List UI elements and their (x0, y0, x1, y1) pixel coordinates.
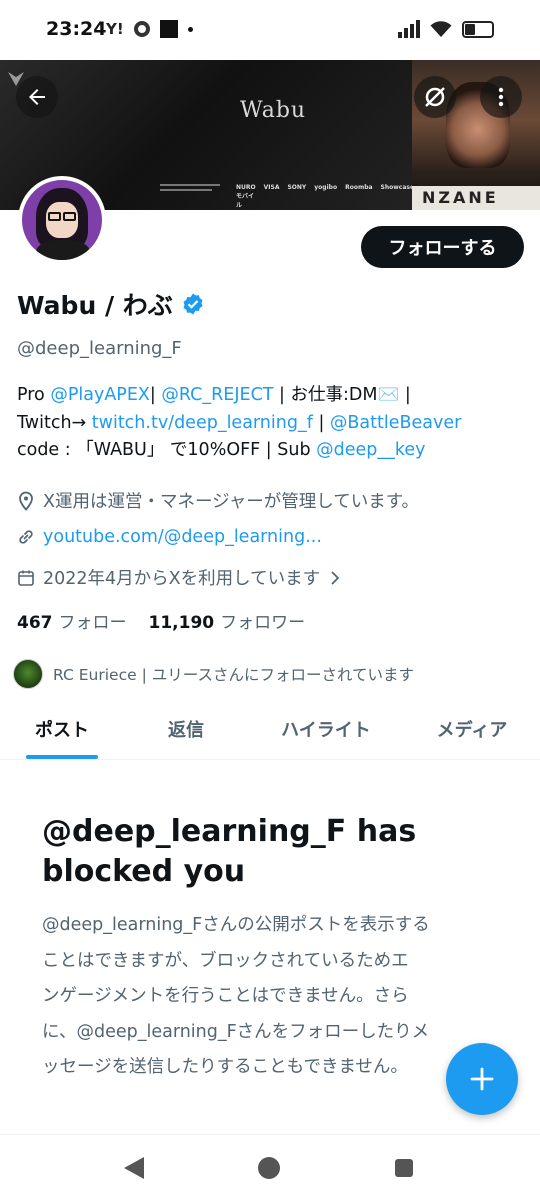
chevron-right-icon (331, 570, 340, 585)
mention-link[interactable]: @deep__key (316, 440, 425, 460)
blocked-description: @deep_learning_Fさんの公開ポストを表示する ことはできますが、ブ… (42, 915, 430, 1077)
sponsor-logo: SONY (287, 184, 307, 191)
yahoo-icon: Y! (106, 20, 124, 38)
location-pin-icon (19, 491, 33, 511)
app-notification-icon (159, 20, 178, 38)
plus-icon (470, 1067, 494, 1091)
signal-icon (398, 20, 420, 38)
active-tab-indicator (26, 755, 98, 759)
calendar-icon (18, 570, 34, 586)
profile-avatar[interactable] (18, 176, 106, 264)
location-text: X運用は運営・マネージャーが管理しています。 (43, 492, 419, 512)
compose-button[interactable] (446, 1043, 518, 1115)
followed-by-text: RC Euriece | ユリースさんにフォローされています (53, 666, 414, 684)
tab-highlights[interactable]: ハイライト (248, 708, 404, 759)
bio-line: Pro @PlayAPEX| @RC_REJECT | お仕事:DM✉️ | (17, 385, 411, 405)
status-time: 23:24 (46, 18, 107, 40)
back-button[interactable] (16, 76, 58, 118)
status-bar: 23:24 Y! (0, 0, 540, 60)
mention-link[interactable]: @BattleBeaver (330, 413, 461, 433)
profile-website: youtube.com/@deep_learning... (17, 527, 322, 547)
more-vertical-icon (498, 87, 504, 107)
status-notification-icons: Y! (106, 20, 193, 38)
mention-link[interactable]: @PlayAPEX (50, 385, 150, 405)
blocked-title: @deep_learning_F has blocked you (42, 814, 417, 889)
profile-joined[interactable]: 2022年4月からXを利用しています (17, 565, 342, 590)
more-notifications-icon (187, 26, 193, 32)
follower-avatar (13, 659, 43, 689)
follow-button[interactable]: フォローする (361, 226, 524, 268)
sponsor-logo: Showcase (380, 184, 415, 191)
link-icon (19, 530, 33, 544)
verified-badge-icon[interactable] (181, 292, 205, 316)
banner-plate-text: NZANE (412, 186, 540, 210)
banner-sponsors: NUROモバイル VISA SONY yogibo Roomba Showcas… (236, 184, 414, 209)
profile-location: X運用は運営・マネージャーが管理しています。 (17, 488, 419, 513)
display-name: Wabu / わぶ (17, 291, 173, 320)
grok-button[interactable] (414, 76, 456, 118)
followed-by[interactable]: RC Euriece | ユリースさんにフォローされています (13, 659, 414, 689)
mention-link[interactable]: @RC_REJECT (161, 385, 273, 405)
wifi-icon (430, 21, 452, 37)
sponsor-logo: NUROモバイル (236, 184, 256, 209)
banner-caption (160, 184, 220, 191)
nav-back-icon[interactable] (124, 1157, 144, 1179)
grok-icon (425, 87, 445, 107)
website-link[interactable]: youtube.com/@deep_learning... (43, 527, 322, 547)
profile-bio: Pro @PlayAPEX| @RC_REJECT | お仕事:DM✉️ | T… (17, 382, 527, 465)
sponsor-logo: VISA (263, 184, 280, 191)
more-options-button[interactable] (480, 76, 522, 118)
bio-line: code : 「WABU」 で10%OFF | Sub @deep__key (17, 440, 426, 460)
bio-line: Twitch→ twitch.tv/deep_learning_f | @Bat… (17, 412, 462, 433)
nav-recents-icon[interactable] (395, 1159, 413, 1177)
profile-handle: @deep_learning_F (17, 338, 182, 359)
sponsor-logo: yogibo (314, 184, 338, 191)
sponsor-logo: Roomba (345, 184, 373, 191)
following-count[interactable]: 467 フォロー (17, 608, 127, 633)
tab-replies[interactable]: 返信 (124, 708, 248, 759)
tab-media[interactable]: メディア (404, 708, 540, 759)
followers-count[interactable]: 11,190 フォロワー (149, 608, 306, 633)
joined-text: 2022年4月からXを利用しています (43, 569, 321, 589)
nav-home-icon[interactable] (258, 1157, 280, 1179)
profile-name-row: Wabu / わぶ (17, 286, 205, 322)
follow-counts: 467 フォロー 11,190 フォロワー (17, 608, 305, 633)
banner-title: Wabu (240, 98, 307, 123)
tab-posts[interactable]: ポスト (0, 708, 124, 759)
profile-tabs: ポスト 返信 ハイライト メディア (0, 708, 540, 760)
twitch-link[interactable]: twitch.tv/deep_learning_f (92, 413, 313, 433)
chrome-icon (133, 21, 150, 37)
arrow-left-icon (29, 89, 45, 105)
system-nav-bar (0, 1134, 540, 1200)
status-system-icons (398, 20, 494, 38)
battery-icon (462, 20, 494, 38)
